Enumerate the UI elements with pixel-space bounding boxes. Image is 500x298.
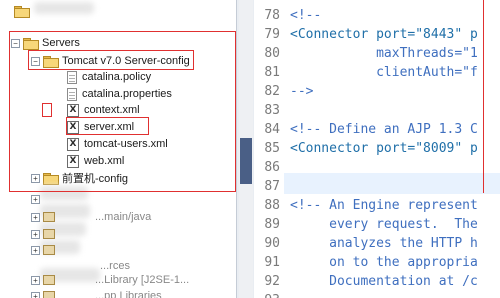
line-number: 89 [264,217,280,232]
expand-toggle-icon[interactable]: + [31,194,40,204]
annotation-box-edge [483,0,484,193]
code-line: maxThreads="1 [290,46,478,61]
expand-toggle-icon[interactable]: + [31,245,40,255]
line-number: 92 [264,274,280,289]
code-line: every request. The [290,217,478,232]
code-line: <Connector port="8443" p [290,27,478,42]
expand-toggle-icon[interactable]: + [31,229,40,239]
library-icon [43,275,55,285]
tree-row-top[interactable] [14,2,33,20]
blurred-item [34,2,94,14]
line-number: 84 [264,122,280,137]
tree-item-faded[interactable]: + ...main/java [31,208,151,226]
line-number: 82 [264,84,280,99]
line-number: 93 [254,291,280,298]
current-line-highlight [254,173,500,194]
line-number-gutter: 78 79 80 81 82 83 84 85 86 87 88 89 90 9… [254,0,284,298]
tree-item-faded[interactable]: + ...pp Libraries [31,287,162,298]
library-icon [43,291,55,298]
scrollbar-thumb[interactable] [240,138,252,184]
line-number: 91 [264,255,280,270]
code-line: <Connector port="8009" p [290,141,478,156]
code-line: Documentation at /c [290,274,478,289]
tree-item-faded[interactable]: + [31,241,59,259]
expand-toggle-icon[interactable]: + [31,291,40,298]
expand-toggle-icon[interactable]: + [31,212,40,222]
code-line: analyzes the HTTP h [290,236,478,251]
code-line: <!-- [290,8,322,23]
line-number: 90 [264,236,280,251]
package-icon [43,212,55,222]
code-line: --> [290,84,314,99]
expand-toggle-icon[interactable]: + [31,275,40,285]
xml-editor[interactable]: 78 79 80 81 82 83 84 85 86 87 88 89 90 9… [254,0,500,298]
code-line: <!-- Define an AJP 1.3 C [290,122,478,137]
line-number: 88 [264,198,280,213]
code-line: on to the appropria [290,255,478,270]
code-line: <!-- An Engine represent [290,198,478,213]
line-number: 80 [264,46,280,61]
tree-item-label: ...pp Libraries [95,290,162,298]
code-line: clientAuth="f [290,65,478,80]
line-number: 86 [264,160,280,175]
tree-item-label: ...Library [J2SE-1... [95,274,190,286]
line-number: 85 [264,141,280,156]
package-icon [43,245,55,255]
annotation-box-tomcat [28,50,194,70]
annotation-box-small [42,103,52,117]
line-number: 79 [264,27,280,42]
tree-item-faded[interactable]: + [31,190,43,208]
line-number: 81 [264,65,280,80]
package-icon [43,229,55,239]
tree-item-label: ...main/java [95,211,152,223]
line-number: 78 [264,8,280,23]
line-number: 87 [264,179,280,194]
annotation-box-server-xml [66,117,149,135]
folder-icon [14,5,30,18]
pane-splitter[interactable] [236,0,254,298]
project-explorer-tree: − Servers − Tomcat v7.0 Server-config ca… [0,0,236,298]
line-number: 83 [264,103,280,118]
